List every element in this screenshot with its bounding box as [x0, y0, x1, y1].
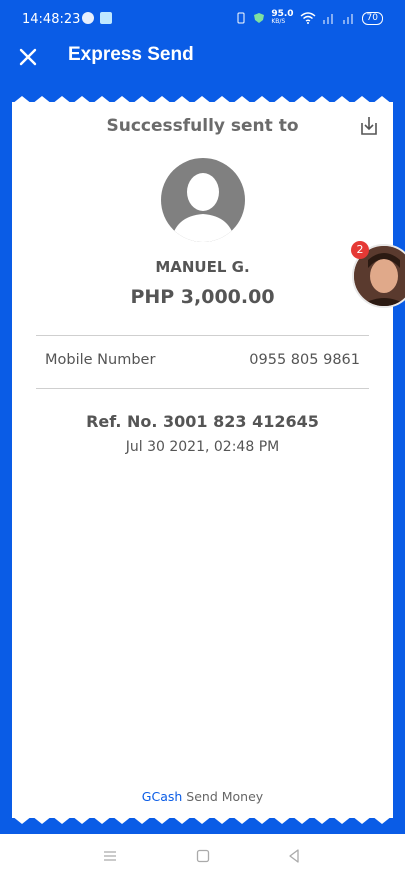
download-icon[interactable]: [359, 115, 379, 137]
back-icon[interactable]: [286, 848, 302, 864]
person-icon: [171, 173, 235, 242]
mobile-number-value: 0955 805 9861: [249, 352, 360, 368]
wifi-icon: [300, 12, 316, 24]
menu-icon[interactable]: [102, 848, 118, 864]
page-title: Express Send: [68, 44, 194, 65]
signal-2-icon: [342, 14, 353, 24]
transaction-date: Jul 30 2021, 02:48 PM: [125, 439, 280, 455]
sent-title: Successfully sent to: [106, 116, 299, 136]
close-icon[interactable]: [16, 45, 40, 69]
app-notification-icon: [100, 12, 112, 24]
divider: [36, 388, 369, 389]
status-time: 14:48:23: [22, 12, 81, 27]
net-speed-unit: KB/S: [271, 18, 286, 25]
battery-level: 70: [361, 11, 383, 25]
amount-sent: PHP 3,000.00: [130, 286, 275, 308]
status-bar: 14:48:23 95.0 KB/S 70: [0, 0, 405, 36]
mobile-number-label: Mobile Number: [45, 352, 156, 368]
status-right: 95.0 KB/S 70: [235, 10, 383, 26]
footer-text: Send Money: [186, 789, 264, 804]
receipt-card: Successfully sent to MANUEL G. PHP 3,000…: [12, 102, 393, 818]
shield-icon: [254, 13, 265, 23]
vibrate-icon: [237, 12, 245, 24]
messenger-icon: [82, 12, 94, 24]
recipient-name: MANUEL G.: [155, 258, 250, 276]
chat-unread-badge: 2: [351, 241, 369, 259]
reference-number: Ref. No. 3001 823 412645: [86, 412, 319, 431]
footer-brand: GCash Send Money: [12, 789, 393, 804]
gcash-brand: GCash: [141, 789, 183, 804]
divider: [36, 335, 369, 336]
notification-icons: [82, 12, 112, 24]
net-speed: 95.0: [271, 9, 294, 19]
navigation-bar: [0, 834, 405, 878]
home-icon[interactable]: [195, 848, 211, 864]
signal-icon: [322, 14, 333, 24]
app-header: Express Send: [0, 36, 405, 78]
recipient-avatar: [161, 158, 245, 242]
